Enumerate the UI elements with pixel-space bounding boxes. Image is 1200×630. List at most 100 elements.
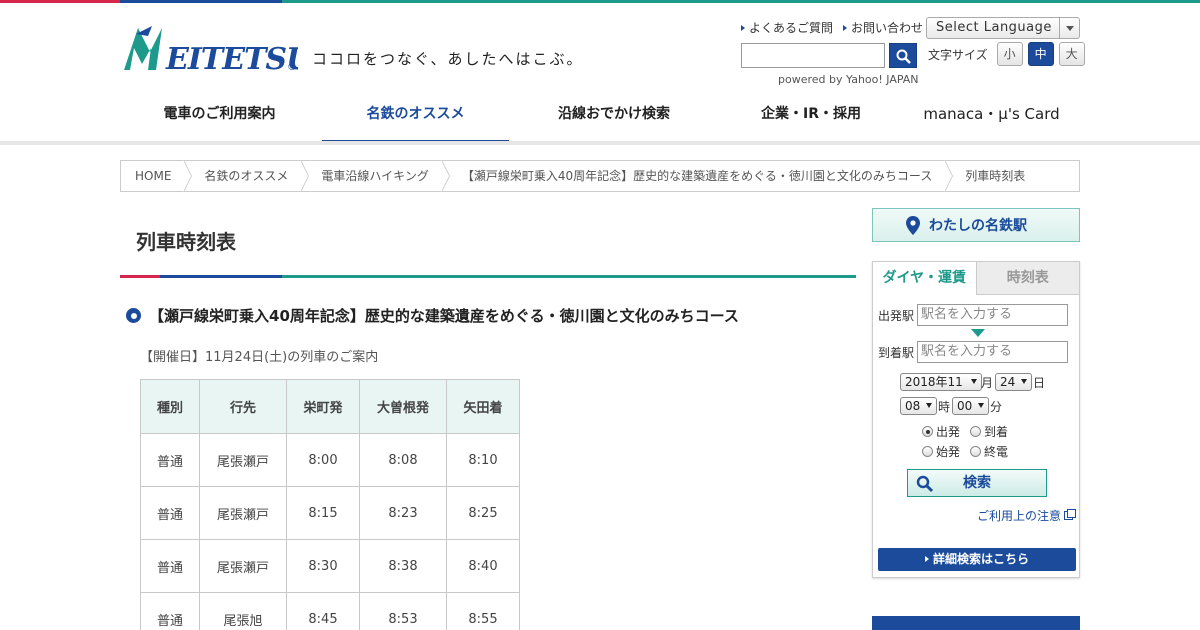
radio-dot: [970, 426, 981, 437]
faq-link[interactable]: よくあるご質問: [741, 19, 833, 36]
day-select[interactable]: 24: [995, 373, 1032, 391]
breadcrumb-course[interactable]: 【瀬戸線栄町乗入40周年記念】歴史的な建築遺産をめぐる・徳川園と文化のみちコース: [442, 160, 954, 192]
meitetsu-logo[interactable]: EITETSU ®: [122, 22, 298, 74]
breadcrumb: HOME 名鉄のオススメ 電車沿線ハイキング 【瀬戸線栄町乗入40周年記念】歴史…: [120, 160, 1080, 192]
radio-dot: [922, 426, 933, 437]
table-cell: 普通: [140, 592, 200, 630]
nav-item-train-guide[interactable]: 電車のご利用案内: [120, 96, 319, 144]
tab-fare[interactable]: ダイヤ・運賃: [873, 262, 977, 295]
column-header: 栄町発: [286, 379, 360, 434]
language-select[interactable]: Select Language: [926, 17, 1080, 39]
site-search-input[interactable]: [741, 43, 885, 68]
radio-arrive[interactable]: 到着: [970, 423, 1008, 440]
column-header: 矢田着: [446, 379, 520, 434]
tagline: ココロをつなぐ、あしたへはこぶ。: [312, 50, 584, 68]
section-heading: 【瀬戸線栄町乗入40周年記念】歴史的な建築遺産をめぐる・徳川園と文化のみちコース: [126, 305, 739, 326]
table-row: 普通 尾張瀬戸 8:15 8:23 8:25: [140, 486, 520, 540]
day-unit: 日: [1033, 376, 1046, 390]
bullet-icon: [126, 308, 141, 323]
nav-item-corporate[interactable]: 企業・IR・採用: [719, 96, 903, 144]
timetable: 種別 行先 栄町発 大曽根発 矢田着 普通 尾張瀬戸 8:00 8:08 8:1…: [140, 379, 520, 630]
radio-depart[interactable]: 出発: [922, 423, 960, 440]
nav-item-recommend[interactable]: 名鉄のオススメ: [322, 96, 509, 144]
global-nav: 電車のご利用案内 名鉄のオススメ 沿線おでかけ検索 企業・IR・採用 manac…: [120, 96, 1080, 144]
external-link-icon: [1064, 509, 1077, 520]
breadcrumb-current: 列車時刻表: [965, 169, 1026, 183]
table-cell: 8:10: [446, 433, 520, 487]
route-search-widget: ダイヤ・運賃 時刻表 出発駅 駅名を入力する 到着駅 駅名を入力する 2018年…: [872, 261, 1080, 578]
contact-link-label: お問い合わせ: [851, 21, 924, 35]
search-icon: [896, 49, 911, 64]
table-cell: 8:55: [446, 592, 520, 630]
hour-select[interactable]: 08: [900, 397, 937, 415]
logo-mark: EITETSU ®: [124, 26, 298, 74]
usage-note-link[interactable]: ご利用上の注意: [977, 507, 1077, 524]
breadcrumb-hiking[interactable]: 電車沿線ハイキング: [301, 160, 451, 192]
my-station-label: わたしの名鉄駅: [929, 218, 1027, 234]
title-underline: [120, 275, 856, 278]
my-station-button[interactable]: わたしの名鉄駅: [872, 208, 1080, 242]
site-search-button[interactable]: [889, 43, 917, 68]
table-cell: 8:40: [446, 539, 520, 593]
column-header: 大曽根発: [359, 379, 447, 434]
arrow-right-icon: [843, 24, 848, 31]
radio-dot: [970, 446, 981, 457]
table-cell: 8:00: [286, 433, 360, 487]
section-title: 【瀬戸線栄町乗入40周年記念】歴史的な建築遺産をめぐる・徳川園と文化のみちコース: [149, 307, 739, 325]
year-month-select[interactable]: 2018年11: [900, 373, 982, 391]
from-station-input[interactable]: 駅名を入力する: [917, 304, 1068, 326]
table-cell: 尾張瀬戸: [199, 433, 287, 487]
nav-divider: [0, 141, 1200, 145]
nav-item-outing-search[interactable]: 沿線おでかけ検索: [509, 96, 719, 144]
svg-text:®: ®: [287, 62, 297, 73]
table-row: 普通 尾張瀬戸 8:30 8:38 8:40: [140, 539, 520, 593]
hour-unit: 時: [938, 400, 951, 414]
nav-item-manaca[interactable]: manaca・μ's Card: [903, 96, 1080, 144]
table-cell: 尾張旭: [199, 592, 287, 630]
table-cell: 8:30: [286, 539, 360, 593]
radio-dot: [922, 446, 933, 457]
radio-first-train[interactable]: 始発: [922, 443, 960, 460]
table-cell: 普通: [140, 539, 200, 593]
top-color-bar: [0, 0, 1200, 3]
table-cell: 8:53: [359, 592, 447, 630]
radio-label: 到着: [984, 425, 1009, 439]
powered-by: powered by Yahoo! JAPAN: [778, 73, 919, 86]
detail-search-button[interactable]: 詳細検索はこちら: [878, 548, 1076, 571]
arrow-down-icon: [971, 329, 985, 337]
font-size-large-button[interactable]: 大: [1058, 42, 1085, 66]
from-station-label: 出発駅: [878, 309, 915, 323]
to-station-input[interactable]: 駅名を入力する: [917, 341, 1068, 363]
table-cell: 普通: [140, 433, 200, 487]
table-cell: 8:15: [286, 486, 360, 540]
font-size-small-button[interactable]: 小: [996, 42, 1023, 66]
map-pin-icon: [906, 216, 920, 235]
event-date: 【開催日】11月24日(土)の列車のご案内: [140, 350, 379, 365]
table-cell: 8:38: [359, 539, 447, 593]
route-search-button[interactable]: 検索: [907, 469, 1047, 497]
table-row: 普通 尾張旭 8:45 8:53 8:55: [140, 592, 520, 630]
widget-tabs: ダイヤ・運賃 時刻表: [873, 262, 1079, 295]
table-header-row: 種別 行先 栄町発 大曽根発 矢田着: [140, 379, 520, 434]
font-size-medium-button[interactable]: 中: [1027, 42, 1054, 66]
usage-note-label: ご利用上の注意: [977, 509, 1062, 523]
sidebar-banner[interactable]: [872, 616, 1080, 630]
radio-last-train[interactable]: 終電: [970, 443, 1008, 460]
radio-label: 出発: [936, 425, 961, 439]
breadcrumb-home[interactable]: HOME: [121, 160, 193, 192]
to-station-label: 到着駅: [878, 346, 915, 360]
tab-timetable[interactable]: 時刻表: [976, 262, 1079, 295]
page-title: 列車時刻表: [136, 230, 236, 254]
font-size-control: 文字サイズ 小 中 大: [928, 42, 1085, 66]
table-cell: 尾張瀬戸: [199, 486, 287, 540]
minute-select[interactable]: 00: [952, 397, 989, 415]
radio-label: 終電: [984, 445, 1009, 459]
table-cell: 普通: [140, 486, 200, 540]
contact-link[interactable]: お問い合わせ: [843, 19, 923, 36]
chevron-down-icon: [1059, 18, 1079, 38]
month-unit: 月: [981, 376, 994, 390]
breadcrumb-recommend[interactable]: 名鉄のオススメ: [184, 160, 310, 192]
column-header: 種別: [140, 379, 200, 434]
table-row: 普通 尾張瀬戸 8:00 8:08 8:10: [140, 433, 520, 487]
table-cell: 8:45: [286, 592, 360, 630]
